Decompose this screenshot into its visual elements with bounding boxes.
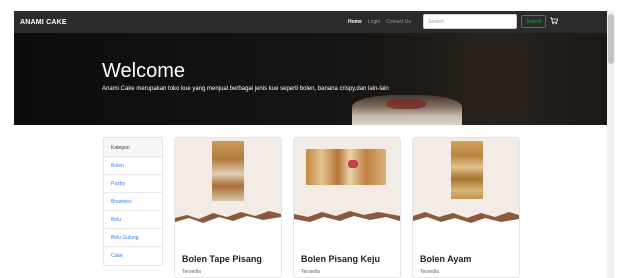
product-name[interactable]: Bolen Ayam <box>420 254 471 264</box>
sidebar-item-pastry[interactable]: Pastry <box>104 175 162 193</box>
product-image <box>413 138 519 244</box>
torn-paper-decoration <box>175 211 281 244</box>
hero-description: Anami Cake merupakan toko kue yang menju… <box>102 86 389 92</box>
navbar: ANAMI CAKE Home Login Contact Us Search <box>14 11 607 33</box>
search-input[interactable] <box>423 14 517 29</box>
nav-links: Home Login Contact Us <box>348 11 411 33</box>
hero-banner: Welcome Anami Cake merupakan toko kue ya… <box>14 33 607 125</box>
product-image <box>175 138 281 244</box>
hero-cake-topping <box>386 99 426 109</box>
product-photo <box>212 141 244 201</box>
sidebar-header: Kategori <box>104 138 162 157</box>
sidebar-item-bolu-gulung[interactable]: Bolu Gulung <box>104 229 162 247</box>
torn-paper-decoration <box>413 212 519 244</box>
brand-logo[interactable]: ANAMI CAKE <box>20 19 67 26</box>
product-card[interactable]: Bolen Ayam Tersedia <box>412 137 520 278</box>
shopping-cart-icon[interactable] <box>550 17 558 25</box>
product-card[interactable]: Bolen Pisang Keju Tersedia <box>293 137 401 278</box>
torn-paper-decoration <box>294 211 400 244</box>
page-margin <box>0 0 14 278</box>
product-name[interactable]: Bolen Pisang Keju <box>301 254 380 264</box>
product-status: Tersedia <box>420 269 439 275</box>
sidebar-item-bolen[interactable]: Bolen <box>104 157 162 175</box>
product-image <box>294 138 400 244</box>
product-name[interactable]: Bolen Tape Pisang <box>182 254 262 264</box>
nav-link-login[interactable]: Login <box>368 19 380 25</box>
product-status: Tersedia <box>301 269 320 275</box>
search-button[interactable]: Search <box>521 15 546 28</box>
nav-link-contact[interactable]: Contact Us <box>386 19 411 25</box>
sidebar-item-cake[interactable]: Cake <box>104 247 162 265</box>
product-status: Tersedia <box>182 269 201 275</box>
product-photo-filling <box>348 160 358 168</box>
product-photo <box>306 149 386 185</box>
product-card[interactable]: Bolen Tape Pisang Tersedia <box>174 137 282 278</box>
sidebar-item-brownies[interactable]: Brownies <box>104 193 162 211</box>
sidebar-item-bolu[interactable]: Bolu <box>104 211 162 229</box>
product-photo <box>451 141 483 199</box>
category-sidebar: Kategori Bolen Pastry Brownies Bolu Bolu… <box>103 137 163 266</box>
hero-title: Welcome <box>102 60 185 82</box>
nav-link-home[interactable]: Home <box>348 19 362 25</box>
scrollbar-thumb[interactable] <box>608 14 614 64</box>
browser-viewport: ANAMI CAKE Home Login Contact Us Search … <box>0 0 621 278</box>
